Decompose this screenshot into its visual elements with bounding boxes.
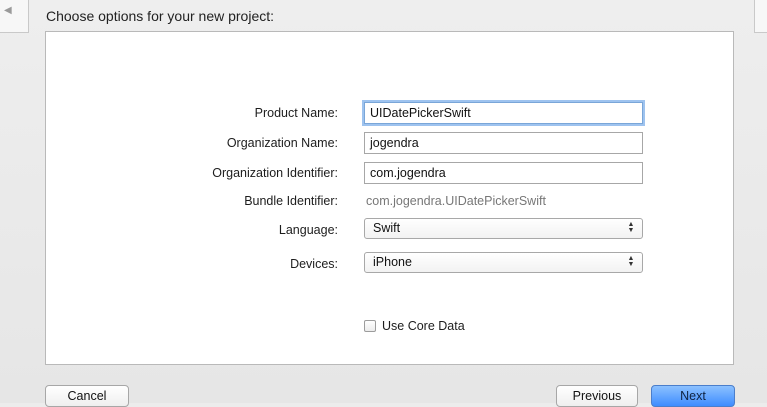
new-project-options-sheet: ◀ Choose options for your new project: P… (0, 0, 767, 407)
left-window-strip: ◀ (0, 0, 29, 33)
organization-name-label: Organization Name: (226, 136, 338, 150)
use-core-data-label: Use Core Data (382, 319, 465, 333)
up-down-chevron-icon: ▲ ▼ (627, 221, 635, 234)
use-core-data-checkbox[interactable] (364, 320, 376, 332)
up-down-chevron-icon: ▲ ▼ (627, 255, 635, 268)
product-name-label: Product Name: (254, 106, 338, 120)
organization-identifier-label: Organization Identifier: (212, 166, 338, 180)
language-selected-value: Swift (373, 221, 401, 235)
language-select[interactable]: Swift ▲ ▼ (364, 218, 643, 239)
options-panel: Product Name: UIDatePickerSwift Organiza… (45, 31, 734, 365)
bundle-identifier-label: Bundle Identifier: (244, 194, 338, 208)
cancel-button[interactable]: Cancel (45, 385, 129, 407)
product-name-field[interactable]: UIDatePickerSwift (364, 102, 643, 124)
right-window-edge (754, 0, 767, 33)
use-core-data-row[interactable]: Use Core Data (364, 318, 465, 334)
devices-selected-value: iPhone (373, 255, 412, 269)
language-label: Language: (278, 223, 338, 237)
devices-label: Devices: (290, 257, 338, 271)
organization-identifier-field[interactable]: com.jogendra (364, 162, 643, 184)
next-button[interactable]: Next (651, 385, 735, 407)
sheet-title: Choose options for your new project: (46, 8, 275, 24)
previous-button[interactable]: Previous (556, 385, 638, 407)
devices-select[interactable]: iPhone ▲ ▼ (364, 252, 643, 273)
bundle-identifier-value: com.jogendra.UIDatePickerSwift (366, 194, 546, 208)
back-arrow-icon[interactable]: ◀ (4, 6, 12, 16)
organization-name-field[interactable]: jogendra (364, 132, 643, 154)
